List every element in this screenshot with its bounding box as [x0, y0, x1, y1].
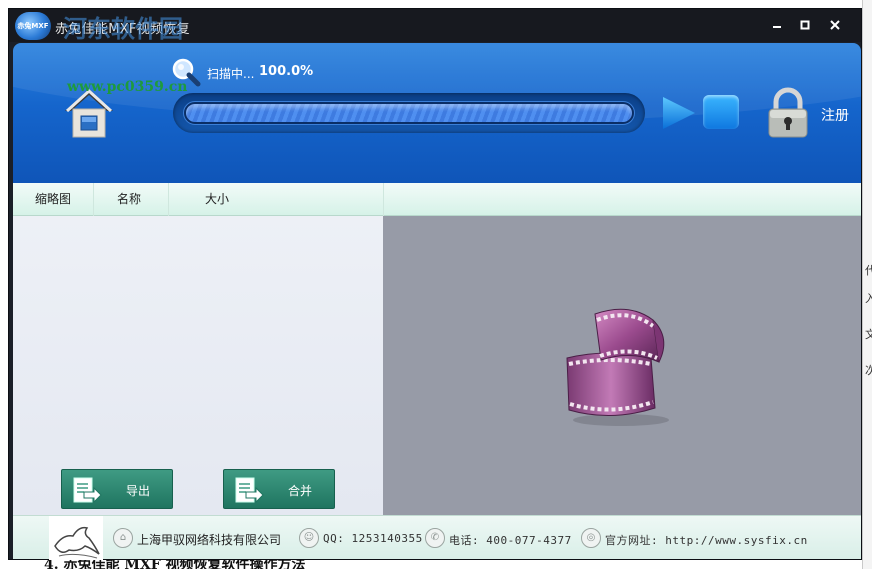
footer-bar: ⌂ 上海甲驭网络科技有限公司 ☺ QQ: 1253140355 ✆ 电话: 40… — [13, 515, 861, 560]
progress-track — [183, 101, 635, 125]
phone-icon: ✆ — [425, 528, 445, 548]
watermark-url: www.pc0359.cn — [67, 79, 188, 95]
stop-icon[interactable] — [703, 95, 739, 129]
scan-status-label: 扫描中... — [207, 67, 255, 81]
maximize-button[interactable] — [797, 17, 813, 33]
play-icon[interactable] — [661, 95, 697, 131]
title-bar[interactable]: 赤兔MXF 赤兔佳能MXF视频恢复 河东软件园 — [9, 9, 861, 43]
register-button[interactable]: 注册 — [821, 105, 849, 125]
minimize-icon — [773, 26, 781, 28]
toolbar-header: www.pc0359.cn 扫描中... 100.0% 注册 — [13, 43, 861, 183]
merge-icon — [235, 477, 264, 504]
column-thumbnail[interactable]: 缩略图 — [35, 183, 71, 216]
merge-label: 合并 — [288, 484, 313, 498]
background-char: 代 — [865, 264, 872, 277]
background-page-edge: 代 入 文 次 — [862, 0, 872, 569]
column-size[interactable]: 大小 — [205, 183, 229, 216]
maximize-icon — [800, 20, 810, 30]
close-button[interactable] — [827, 17, 843, 33]
website-link[interactable]: 官方网址: http://www.sysfix.cn — [605, 532, 808, 548]
company-name: 上海甲驭网络科技有限公司 — [137, 533, 282, 547]
app-logo-icon: 赤兔MXF — [15, 12, 51, 40]
column-divider — [168, 183, 169, 216]
export-label: 导出 — [126, 484, 151, 498]
merge-button[interactable]: 合并 — [223, 469, 335, 509]
scan-progress-bar — [173, 93, 645, 133]
qq-number: QQ: 1253140355 — [323, 532, 423, 545]
export-icon — [73, 477, 102, 504]
background-char: 次 — [865, 364, 872, 377]
column-divider — [93, 183, 94, 216]
export-button[interactable]: 导出 — [61, 469, 173, 509]
company-logo-icon — [49, 516, 103, 560]
qq-icon: ☺ — [299, 528, 319, 548]
background-char: 入 — [865, 292, 872, 305]
file-list-header: 缩略图 名称 大小 — [13, 183, 861, 216]
film-reel-icon — [566, 308, 669, 426]
close-icon — [830, 20, 840, 30]
minimize-button[interactable] — [769, 17, 785, 33]
company-icon: ⌂ — [113, 528, 133, 548]
preview-pane — [383, 216, 861, 515]
lock-icon[interactable] — [767, 87, 809, 139]
column-name[interactable]: 名称 — [117, 183, 141, 216]
progress-fill — [186, 104, 632, 122]
scan-percent: 100.0% — [259, 64, 314, 79]
watermark-site: 河东软件园 — [63, 14, 183, 43]
column-divider — [383, 183, 384, 216]
phone-number: 电话: 400-077-4377 — [449, 534, 572, 547]
app-window: 赤兔MXF 赤兔佳能MXF视频恢复 河东软件园 www.pc0359.cn 扫描… — [8, 8, 862, 560]
background-char: 文 — [865, 328, 872, 341]
globe-icon: ◎ — [581, 528, 601, 548]
